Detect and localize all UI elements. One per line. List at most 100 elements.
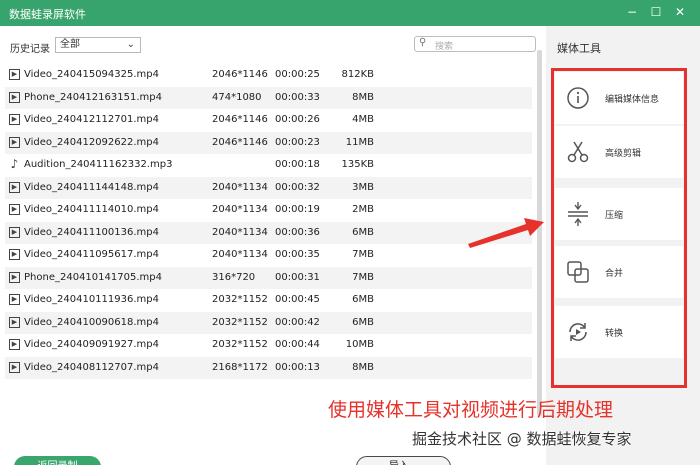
video-file-icon: ▶: [9, 249, 20, 260]
maximize-button[interactable]: ☐: [648, 4, 664, 20]
tool-compress[interactable]: 压缩: [555, 188, 683, 240]
file-row[interactable]: ▶ Video_240411095617.mp4 2040*1134 00:00:35…: [5, 244, 532, 266]
file-row[interactable]: ▶ Phone_240410141705.mp4 316*720 00:00:31 7M…: [5, 266, 532, 289]
search-icon: ⚲: [419, 37, 427, 48]
file-row[interactable]: ▶ Video_240411100136.mp4 2040*1134 00:00:36…: [5, 221, 532, 244]
file-duration: 00:00:23: [275, 136, 320, 148]
file-row[interactable]: ▶ Video_240411114010.mp4 2040*1134 00:00:19…: [5, 199, 532, 221]
file-size: 6MB: [352, 226, 374, 238]
video-file-icon: ▶: [9, 339, 20, 350]
file-name: Video_240412112701.mp4: [24, 114, 159, 125]
file-size: 10MB: [345, 339, 374, 350]
video-file-icon: ▶: [9, 181, 20, 193]
file-resolution: 2046*1146: [212, 69, 268, 80]
video-file-icon: ▶: [9, 69, 20, 80]
tool-merge[interactable]: 合并: [555, 246, 683, 298]
tool-label: 转换: [605, 329, 624, 339]
import-button[interactable]: 导入: [356, 456, 451, 465]
back-to-record-button[interactable]: 返回录制: [14, 456, 101, 465]
file-duration: 00:00:44: [275, 339, 320, 350]
search-input[interactable]: ⚲ 搜索: [414, 36, 536, 52]
file-resolution: 2032*1152: [212, 316, 268, 328]
file-duration: 00:00:33: [275, 91, 320, 103]
video-file-icon: ▶: [9, 91, 20, 103]
file-duration: 00:00:26: [275, 114, 320, 125]
file-row[interactable]: ▶ Video_240409091927.mp4 2032*1152 00:00:44…: [5, 334, 532, 356]
video-file-icon: ▶: [9, 226, 20, 238]
file-name: Phone_240410141705.mp4: [24, 271, 162, 283]
file-size: 3MB: [352, 181, 374, 193]
file-duration: 00:00:32: [275, 181, 320, 193]
chevron-down-icon: ⌄: [126, 39, 135, 50]
video-file-icon: ▶: [9, 294, 20, 305]
file-size: 8MB: [352, 91, 374, 103]
file-duration: 00:00:19: [275, 204, 320, 215]
file-row[interactable]: ▶ Video_240412112701.mp4 2046*1146 00:00:26…: [5, 109, 532, 131]
info-icon: [567, 87, 589, 109]
audio-file-icon: ♪: [10, 157, 19, 171]
file-row[interactable]: ▶ Video_240410090618.mp4 2032*1152 00:00:42…: [5, 311, 532, 334]
file-name: Phone_240412163151.mp4: [24, 91, 162, 103]
media-tools-title: 媒体工具: [557, 42, 601, 55]
file-name: Video_240415094325.mp4: [24, 69, 159, 80]
file-size: 135KB: [341, 159, 374, 170]
file-name: Video_240411114010.mp4: [24, 204, 159, 215]
video-file-icon: ▶: [9, 361, 20, 373]
file-duration: 00:00:42: [275, 316, 320, 328]
file-size: 812KB: [341, 69, 374, 80]
file-name: Audition_240411162332.mp3: [24, 159, 173, 170]
file-size: 7MB: [352, 271, 374, 283]
video-file-icon: ▶: [9, 136, 20, 148]
window-title: 数据蛙录屏软件: [9, 8, 86, 21]
file-row[interactable]: ▶ Video_240411144148.mp4 2040*1134 00:00:32…: [5, 176, 532, 199]
close-button[interactable]: ✕: [672, 4, 688, 20]
file-resolution: 2040*1134: [212, 249, 268, 260]
tool-label: 高级剪辑: [605, 149, 642, 159]
file-name: Video_240408112707.mp4: [24, 361, 159, 373]
file-name: Video_240410090618.mp4: [24, 316, 159, 328]
file-name: Video_240411095617.mp4: [24, 249, 159, 260]
video-file-icon: ▶: [9, 271, 20, 283]
file-duration: 00:00:25: [275, 69, 320, 80]
history-filter-value: 全部: [60, 39, 80, 50]
file-resolution: 2046*1146: [212, 136, 268, 148]
file-size: 7MB: [352, 249, 374, 260]
file-row[interactable]: ▶ Video_240412092622.mp4 2046*1146 00:00:23…: [5, 131, 532, 154]
tool-label: 合并: [605, 269, 624, 279]
file-row[interactable]: ▶ Video_240408112707.mp4 2168*1172 00:00:13…: [5, 356, 532, 379]
title-bar: 数据蛙录屏软件 − ☐ ✕: [0, 0, 700, 26]
file-duration: 00:00:35: [275, 249, 320, 260]
file-duration: 00:00:45: [275, 294, 320, 305]
history-filter-select[interactable]: 全部 ⌄: [55, 37, 141, 53]
file-resolution: 2032*1152: [212, 339, 268, 350]
file-list: ▶ Video_240415094325.mp4 2046*1146 00:00:25…: [5, 64, 532, 420]
scissors-icon: [567, 141, 589, 163]
file-resolution: 2168*1172: [212, 361, 268, 373]
file-resolution: 316*720: [212, 271, 256, 283]
file-size: 6MB: [352, 294, 374, 305]
file-duration: 00:00:31: [275, 271, 320, 283]
video-file-icon: ▶: [9, 114, 20, 125]
file-name: Video_240411144148.mp4: [24, 181, 159, 193]
file-row[interactable]: ▶ Video_240410111936.mp4 2032*1152 00:00:45…: [5, 289, 532, 311]
file-row[interactable]: ♪ Audition_240411162332.mp3 00:00:18 135KB: [5, 154, 532, 176]
file-row[interactable]: ▶ Phone_240412163151.mp4 474*1080 00:00:33 8…: [5, 86, 532, 109]
file-size: 8MB: [352, 361, 374, 373]
file-resolution: 2040*1134: [212, 204, 268, 215]
file-duration: 00:00:36: [275, 226, 320, 238]
file-resolution: 474*1080: [212, 91, 262, 103]
file-size: 6MB: [352, 316, 374, 328]
tool-label: 压缩: [605, 211, 624, 221]
file-row[interactable]: ▶ Video_240415094325.mp4 2046*1146 00:00:25…: [5, 64, 532, 86]
tool-advanced-cut[interactable]: 高级剪辑: [555, 126, 683, 178]
annotation-caption: 使用媒体工具对视频进行后期处理: [328, 399, 614, 421]
video-file-icon: ▶: [9, 316, 20, 328]
search-placeholder: 搜索: [435, 42, 454, 52]
tool-convert[interactable]: 转换: [555, 306, 683, 358]
tool-edit-media-info[interactable]: 编辑媒体信息: [555, 72, 683, 124]
annotation-arrow-icon: [468, 218, 544, 248]
file-size: 4MB: [352, 114, 374, 125]
file-duration: 00:00:13: [275, 361, 320, 373]
minimize-button[interactable]: −: [624, 4, 640, 20]
merge-icon: [567, 261, 589, 283]
